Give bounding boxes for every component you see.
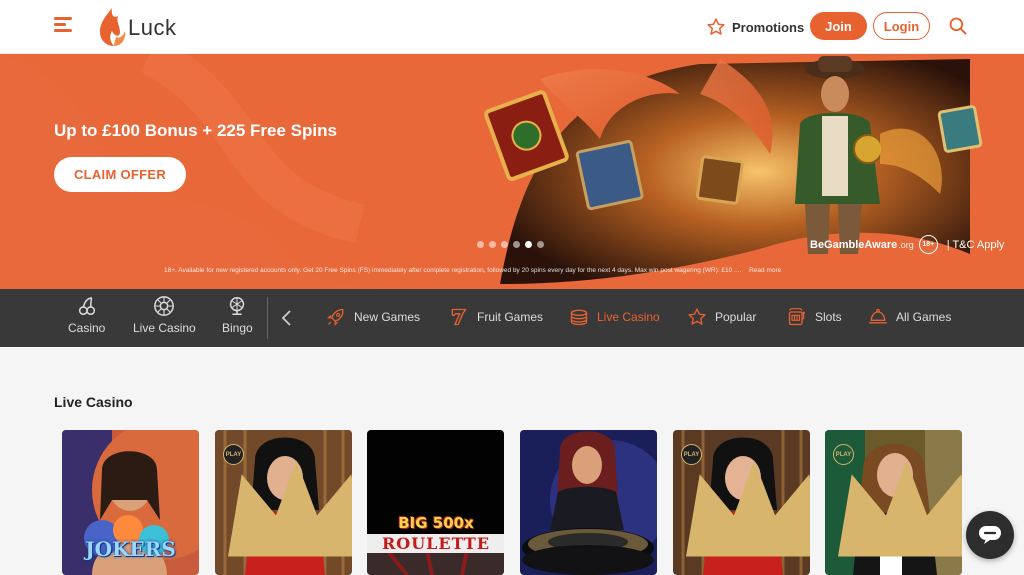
chevron-left-icon[interactable]	[280, 309, 294, 327]
play-badge: PLAY	[223, 444, 244, 465]
cat-all-games[interactable]: All Games	[868, 307, 951, 327]
carousel-dot[interactable]	[513, 241, 520, 248]
nav-live-casino[interactable]: Live Casino	[133, 295, 196, 335]
game-logo-line2: ROULETTE	[367, 534, 504, 553]
carousel-dot[interactable]	[477, 241, 484, 248]
cat-slots-label: Slots	[815, 310, 842, 324]
game-logo-text: JOKERS	[85, 537, 176, 561]
join-button[interactable]: Join	[810, 12, 867, 40]
play-badge: PLAY	[681, 444, 702, 465]
cat-popular[interactable]: Popular	[687, 307, 756, 327]
nav-casino-label: Casino	[68, 321, 106, 335]
game-card[interactable]: BIG 500x ROULETTE	[367, 430, 504, 575]
promotions-label: Promotions	[732, 19, 805, 35]
nav-casino[interactable]: Casino	[68, 295, 105, 335]
flame-logo-icon	[100, 8, 126, 46]
carousel-dot-active[interactable]	[525, 241, 532, 248]
cloche-icon	[869, 308, 887, 324]
age-restriction-badge: 18+	[918, 235, 938, 254]
tc-apply-link[interactable]: | T&C Apply	[947, 239, 1005, 251]
cat-live-casino-label: Live Casino	[597, 310, 660, 324]
nav-divider	[267, 297, 268, 339]
chips-icon	[570, 309, 588, 326]
star-icon	[688, 308, 706, 325]
hero-banner: Up to £100 Bonus + 225 Free Spins CLAIM …	[0, 54, 1024, 289]
nav-live-casino-label: Live Casino	[133, 321, 196, 335]
cat-fruit-games-label: Fruit Games	[477, 310, 544, 324]
hamburger-menu-icon[interactable]	[54, 17, 72, 33]
promotions-link[interactable]: Promotions	[706, 17, 804, 37]
site-header: Luck Promotions Join Login	[0, 0, 1024, 54]
offer-disclaimer: 18+. Available for new registered accoun…	[164, 267, 884, 274]
section-title-live-casino: Live Casino	[54, 394, 133, 410]
carousel-dot[interactable]	[489, 241, 496, 248]
logo-text: Luck	[128, 15, 177, 40]
cat-new-games[interactable]: New Games	[326, 307, 420, 327]
cat-new-games-label: New Games	[354, 310, 421, 324]
game-card[interactable]: JOKERS	[62, 430, 199, 575]
cat-popular-label: Popular	[715, 310, 757, 324]
game-card[interactable]	[520, 430, 657, 575]
gamble-aware-notice: BeGambleAware .org 18+ | T&C Apply	[810, 235, 1004, 254]
gamble-aware-suffix: .org	[898, 239, 914, 250]
carousel-dot[interactable]	[501, 241, 508, 248]
nav-bingo[interactable]: Bingo	[222, 295, 253, 335]
game-thumbnail	[520, 430, 657, 575]
rocket-icon	[327, 308, 344, 326]
cat-fruit-games[interactable]: Fruit Games	[449, 307, 543, 327]
game-card[interactable]: PLAY	[673, 430, 810, 575]
crown-icon	[228, 460, 352, 557]
roulette-wheel-icon	[154, 296, 175, 316]
login-button[interactable]: Login	[873, 12, 930, 40]
cat-live-casino[interactable]: Live Casino	[569, 307, 660, 327]
play-badge: PLAY	[833, 444, 854, 465]
slot-machine-icon	[788, 308, 805, 326]
star-icon	[707, 18, 725, 35]
site-logo[interactable]: Luck	[96, 6, 186, 48]
chat-button[interactable]	[966, 511, 1014, 559]
carousel-dot[interactable]	[537, 241, 544, 248]
game-card[interactable]: PLAY	[215, 430, 352, 575]
game-logo-line1: BIG 500x	[398, 514, 474, 532]
seven-icon	[451, 308, 467, 326]
nav-bingo-label: Bingo	[222, 321, 253, 335]
game-thumbnail	[367, 430, 504, 575]
claim-offer-button[interactable]: CLAIM OFFER	[54, 157, 186, 192]
chat-bubble-icon	[979, 526, 1001, 544]
gamble-aware-link[interactable]: BeGambleAware	[810, 239, 897, 251]
game-card[interactable]: PLAY	[825, 430, 962, 575]
bingo-globe-icon	[230, 297, 245, 315]
crown-icon	[838, 460, 962, 557]
category-navigation: Casino Live Casino Bingo New Games Fruit…	[0, 289, 1024, 347]
carousel-dots	[477, 241, 544, 248]
read-more-link[interactable]: Read more	[749, 267, 781, 274]
cat-slots[interactable]: Slots	[787, 307, 842, 327]
hero-headline: Up to £100 Bonus + 225 Free Spins	[54, 121, 337, 140]
search-icon[interactable]	[948, 16, 968, 36]
cherries-icon	[78, 297, 95, 315]
disclaimer-text: 18+. Available for new registered accoun…	[164, 267, 742, 274]
crown-icon	[686, 460, 810, 557]
cat-all-games-label: All Games	[896, 310, 952, 324]
